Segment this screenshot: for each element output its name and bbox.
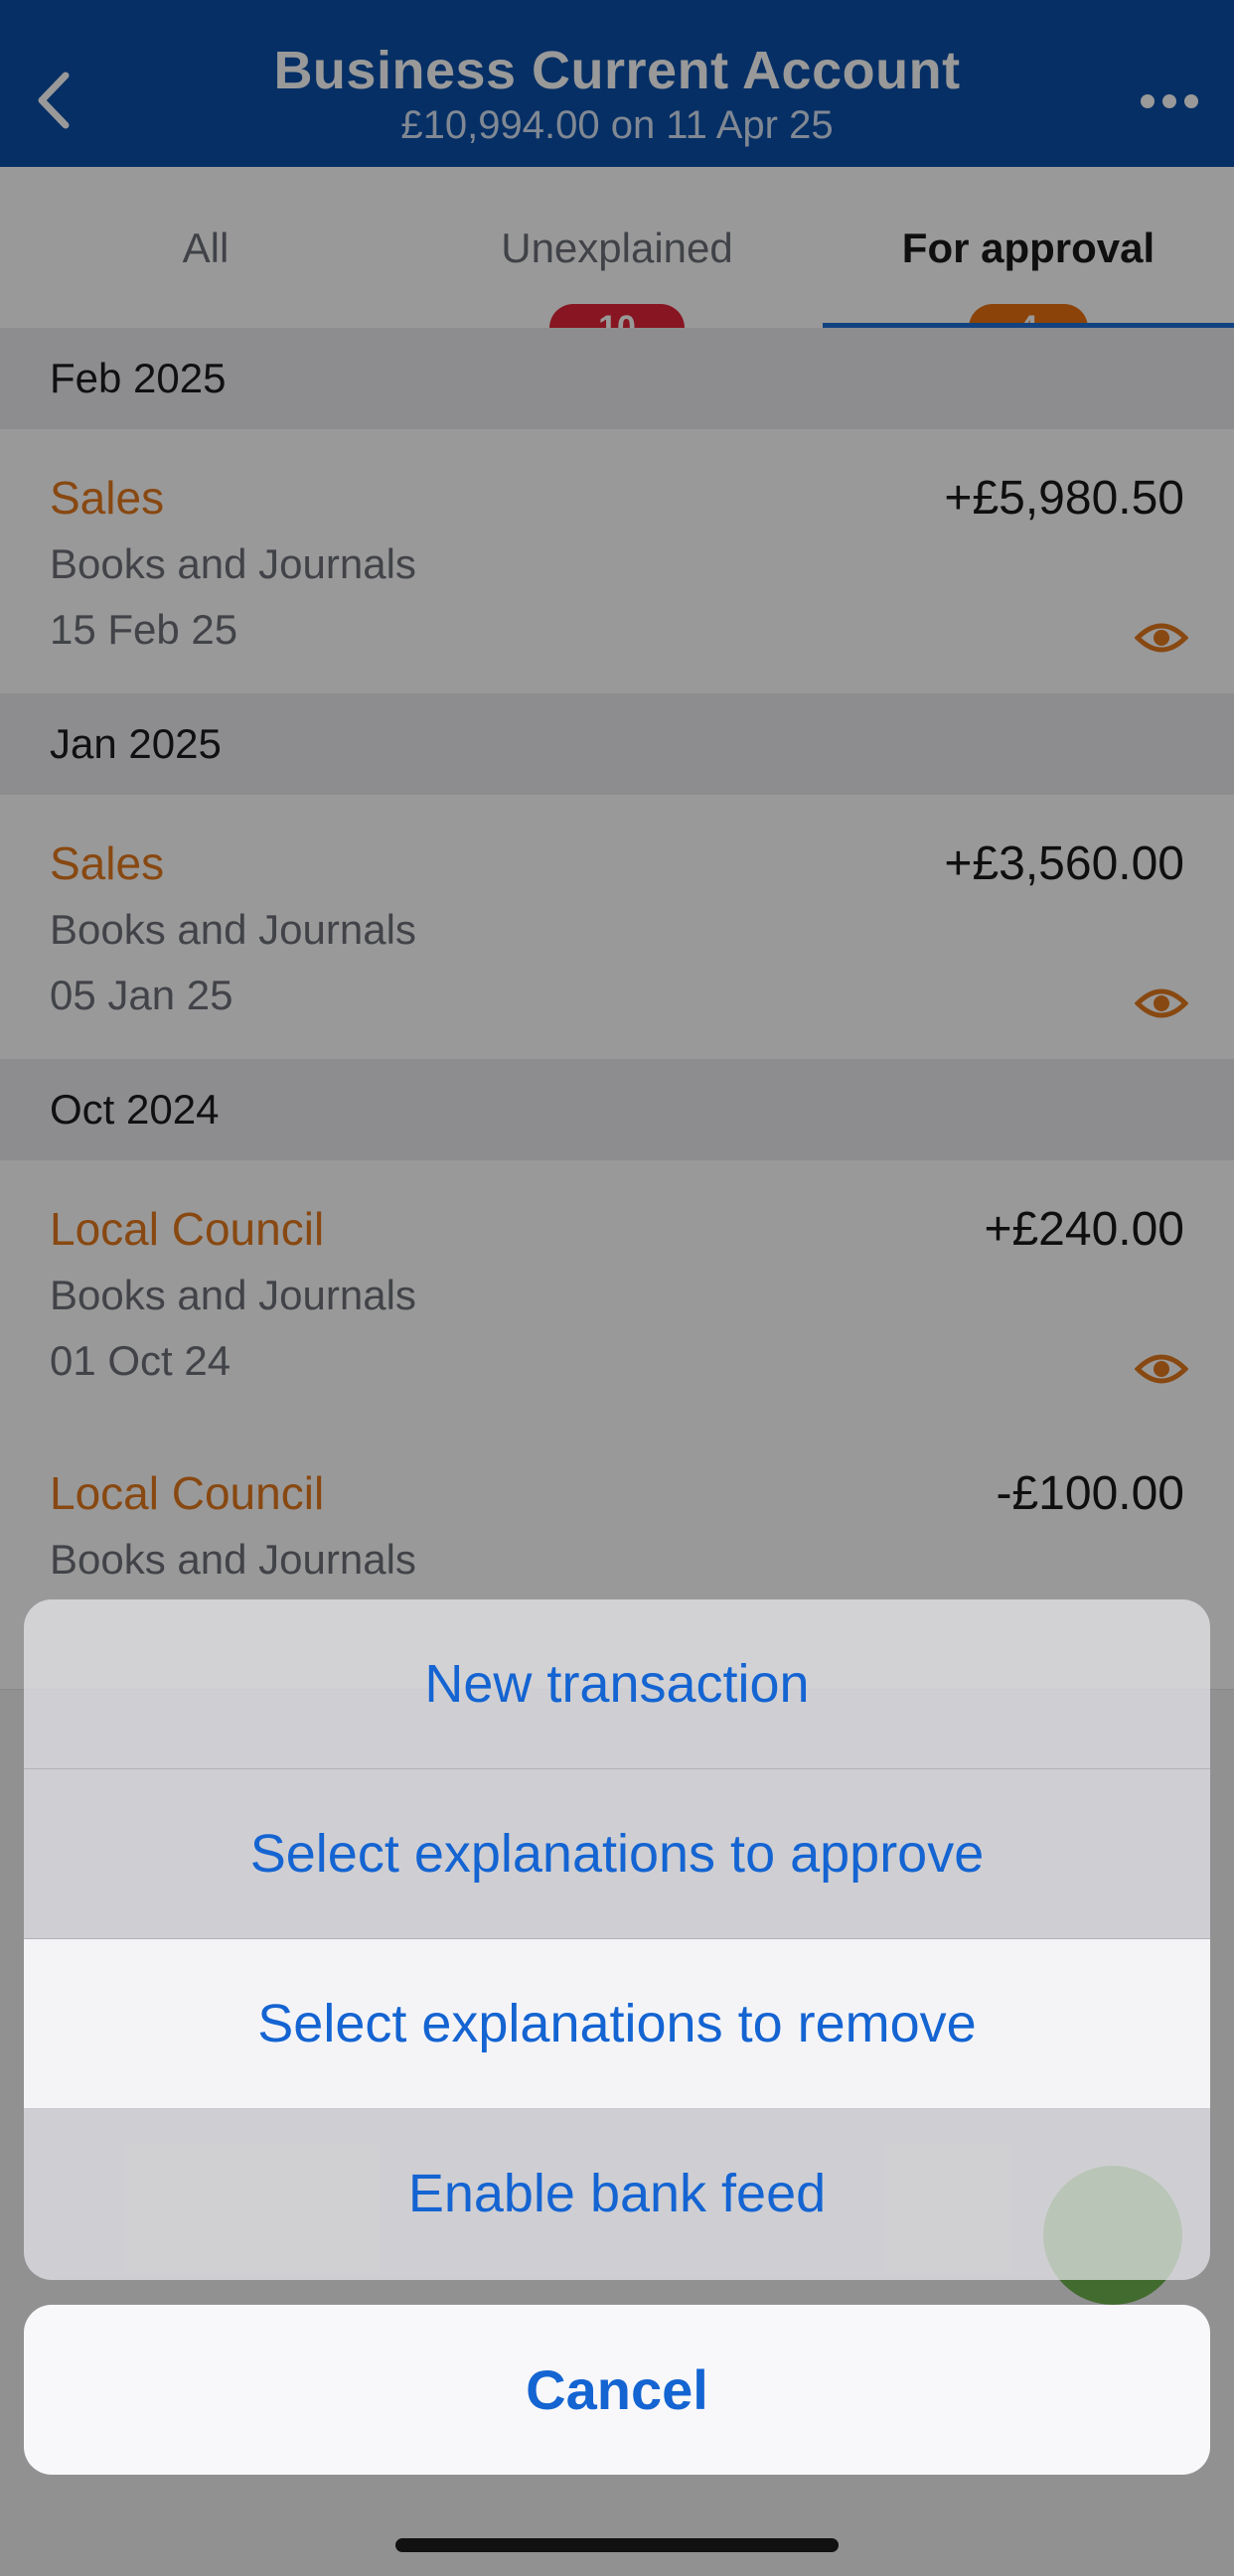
home-indicator [395,2538,839,2552]
select-to-approve-option[interactable]: Select explanations to approve [24,1769,1210,1939]
cancel-button[interactable]: Cancel [24,2305,1210,2475]
action-sheet: New transaction Select explanations to a… [24,1599,1210,2280]
enable-bank-feed-option[interactable]: Enable bank feed [24,2109,1210,2279]
select-to-remove-option[interactable]: Select explanations to remove [24,1939,1210,2109]
new-transaction-option[interactable]: New transaction [24,1599,1210,1769]
